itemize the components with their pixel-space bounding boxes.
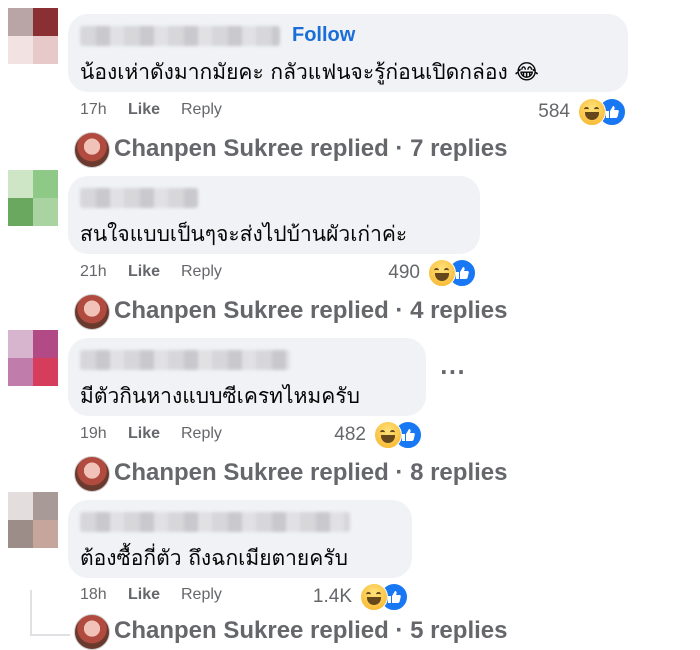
commenter-avatar-blurred[interactable] <box>8 8 58 64</box>
reply-button[interactable]: Reply <box>181 263 222 281</box>
replier-avatar <box>74 132 110 168</box>
like-button[interactable]: Like <box>128 425 160 443</box>
reaction-summary[interactable]: 584 <box>520 98 626 126</box>
comment-text: สนใจแบบเป็นๆจะส่งไปบ้านผัวเก่าค่ะ <box>80 222 408 246</box>
like-button[interactable]: Like <box>128 586 160 604</box>
replier-avatar <box>74 614 110 650</box>
comment-text: น้องเห่าดังมากมัยคะ กลัวแฟนจะรู้ก่อนเปิด… <box>80 60 539 84</box>
comment-time[interactable]: 18h <box>80 586 107 604</box>
reaction-count: 584 <box>538 101 570 122</box>
thread-line <box>30 634 70 636</box>
reaction-summary[interactable]: 1.4K <box>302 583 408 611</box>
view-replies-link[interactable]: Chanpen Sukree replied · 4 replies <box>74 294 534 330</box>
replies-summary: Chanpen Sukree replied · 7 replies <box>114 135 508 162</box>
replies-summary: Chanpen Sukree replied · 8 replies <box>114 459 508 486</box>
comment-actions: 17h Like Reply <box>80 101 280 121</box>
reply-button[interactable]: Reply <box>181 586 222 604</box>
view-replies-link[interactable]: Chanpen Sukree replied · 7 replies <box>74 132 534 168</box>
reaction-summary[interactable]: 490 <box>370 259 476 287</box>
reaction-count: 490 <box>388 262 420 283</box>
comment-time[interactable]: 19h <box>80 425 107 443</box>
comment-bubble: สนใจแบบเป็นๆจะส่งไปบ้านผัวเก่าค่ะ <box>68 176 480 254</box>
commenter-name-blurred[interactable] <box>80 26 280 46</box>
comment-bubble: ต้องซื้อกี่ตัว ถึงฉกเมียตายครับ <box>68 500 412 578</box>
haha-icon <box>360 583 388 611</box>
like-button[interactable]: Like <box>128 263 160 281</box>
replier-avatar <box>74 294 110 330</box>
reaction-count: 482 <box>334 424 366 445</box>
commenter-avatar-blurred[interactable] <box>8 170 58 226</box>
replier-avatar <box>74 456 110 492</box>
commenter-avatar-blurred[interactable] <box>8 330 58 386</box>
comment-bubble: มีตัวกินหางแบบซีเครทไหมครับ <box>68 338 426 416</box>
replies-summary: Chanpen Sukree replied · 4 replies <box>114 297 508 324</box>
like-button[interactable]: Like <box>128 101 160 119</box>
comment-actions: 21h Like Reply <box>80 263 280 283</box>
haha-icon <box>578 98 606 126</box>
comment-time[interactable]: 17h <box>80 101 107 119</box>
reaction-summary[interactable]: 482 <box>316 421 422 449</box>
reply-button[interactable]: Reply <box>181 425 222 443</box>
haha-icon <box>374 421 402 449</box>
commenter-name-blurred[interactable] <box>80 188 198 208</box>
reaction-count: 1.4K <box>312 586 352 607</box>
comment-bubble: Follow น้องเห่าดังมากมัยคะ กลัวแฟนจะรู้ก… <box>68 14 628 92</box>
follow-button[interactable]: Follow <box>292 24 355 47</box>
commenter-name-blurred[interactable] <box>80 512 350 532</box>
commenter-avatar-blurred[interactable] <box>8 492 58 548</box>
comment-time[interactable]: 21h <box>80 263 107 281</box>
comment-text: ต้องซื้อกี่ตัว ถึงฉกเมียตายครับ <box>80 546 348 570</box>
view-replies-link[interactable]: Chanpen Sukree replied · 5 replies <box>74 614 534 650</box>
replies-summary: Chanpen Sukree replied · 5 replies <box>114 617 508 644</box>
comment-actions: 19h Like Reply <box>80 425 280 445</box>
commenter-name-blurred[interactable] <box>80 350 290 370</box>
more-options-button[interactable]: ··· <box>440 360 466 384</box>
reply-button[interactable]: Reply <box>181 101 222 119</box>
comment-actions: 18h Like Reply <box>80 586 280 606</box>
haha-icon <box>428 259 456 287</box>
thread-line <box>30 590 32 636</box>
comment-text: มีตัวกินหางแบบซีเครทไหมครับ <box>80 384 360 408</box>
view-replies-link[interactable]: Chanpen Sukree replied · 8 replies <box>74 456 534 492</box>
